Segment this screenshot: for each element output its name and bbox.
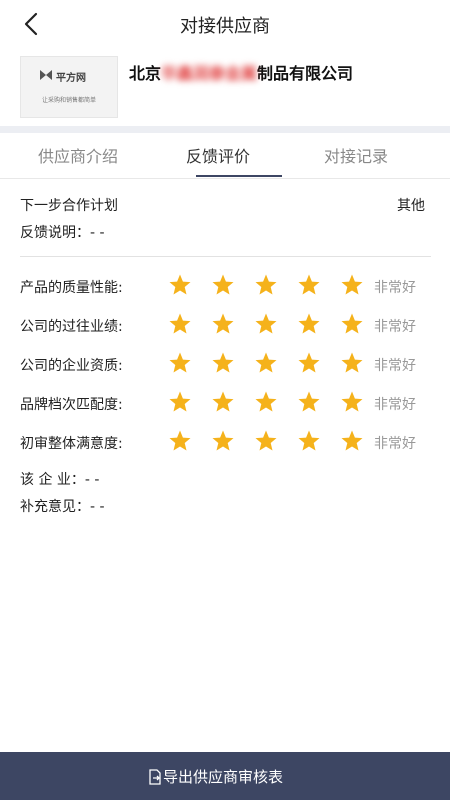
star-icon[interactable] <box>340 312 364 336</box>
company-name-blurred: 华鑫润泰金属 <box>161 64 258 83</box>
rating-text: 非常好 <box>374 436 416 452</box>
rating-row: 初审整体满意度: 非常好 <box>0 429 450 457</box>
logo-tagline: 让采购和销售都简单 <box>41 97 96 104</box>
supplement-comment: 补充意见：- - <box>20 499 105 515</box>
star-icon[interactable] <box>168 273 192 297</box>
logo-name: 平方网 <box>56 73 86 84</box>
rating-label: 初审整体满意度: <box>20 436 123 452</box>
active-tab-indicator <box>196 175 282 177</box>
rating-label: 公司的过往业绩: <box>20 319 123 335</box>
star-icon[interactable] <box>211 312 235 336</box>
star-icon[interactable] <box>297 273 321 297</box>
supplier-card: 平方网 让采购和销售都简单 北京华鑫润泰金属制品有限公司 <box>0 48 450 126</box>
rating-label: 公司的企业资质: <box>20 358 123 374</box>
star-icon[interactable] <box>254 312 278 336</box>
tab-contact-records[interactable]: 对接记录 <box>324 143 388 167</box>
page-title: 对接供应商 <box>180 16 270 37</box>
rating-label: 品牌档次匹配度: <box>20 397 123 413</box>
rating-row: 品牌档次匹配度: 非常好 <box>0 390 450 418</box>
divider <box>20 256 431 257</box>
export-file-icon <box>149 769 161 785</box>
next-step-value: 其他 <box>397 198 425 214</box>
feedback-explanation: 反馈说明：- - <box>20 225 105 241</box>
export-button-label: 导出供应商审核表 <box>163 768 284 786</box>
rating-label: 产品的质量性能: <box>20 280 123 296</box>
star-icon[interactable] <box>168 312 192 336</box>
star-icon[interactable] <box>340 390 364 414</box>
rating-row: 公司的企业资质: 非常好 <box>0 351 450 379</box>
company-comment: 该 企 业：- - <box>20 472 100 488</box>
star-icon[interactable] <box>297 351 321 375</box>
star-icon[interactable] <box>168 429 192 453</box>
star-icon[interactable] <box>168 351 192 375</box>
tab-supplier-intro[interactable]: 供应商介绍 <box>38 143 118 167</box>
next-step-label: 下一步合作计划 <box>20 198 118 214</box>
tab-bar: 供应商介绍 反馈评价 对接记录 <box>0 133 450 179</box>
star-icon[interactable] <box>254 273 278 297</box>
export-supplier-review-button[interactable]: 导出供应商审核表 <box>0 752 450 800</box>
star-icon[interactable] <box>254 351 278 375</box>
navbar: 对接供应商 <box>0 0 450 48</box>
star-icon[interactable] <box>254 390 278 414</box>
star-icon[interactable] <box>297 312 321 336</box>
logo-mark-icon <box>40 70 52 80</box>
rating-text: 非常好 <box>374 397 416 413</box>
rating-row: 产品的质量性能: 非常好 <box>0 273 450 301</box>
star-icon[interactable] <box>211 390 235 414</box>
star-icon[interactable] <box>211 429 235 453</box>
company-name-suffix: 制品有限公司 <box>257 64 354 83</box>
supplier-logo: 平方网 让采购和销售都简单 <box>20 56 118 118</box>
section-divider <box>0 126 450 133</box>
rating-text: 非常好 <box>374 319 416 335</box>
tab-feedback[interactable]: 反馈评价 <box>186 143 250 167</box>
rating-text: 非常好 <box>374 280 416 296</box>
star-icon[interactable] <box>297 390 321 414</box>
star-icon[interactable] <box>340 351 364 375</box>
company-name: 北京华鑫润泰金属制品有限公司 <box>129 60 353 84</box>
star-icon[interactable] <box>340 429 364 453</box>
rating-row: 公司的过往业绩: 非常好 <box>0 312 450 340</box>
star-icon[interactable] <box>211 273 235 297</box>
star-icon[interactable] <box>211 351 235 375</box>
star-icon[interactable] <box>254 429 278 453</box>
company-name-prefix: 北京 <box>129 64 162 83</box>
star-icon[interactable] <box>168 390 192 414</box>
star-icon[interactable] <box>340 273 364 297</box>
star-icon[interactable] <box>297 429 321 453</box>
rating-text: 非常好 <box>374 358 416 374</box>
